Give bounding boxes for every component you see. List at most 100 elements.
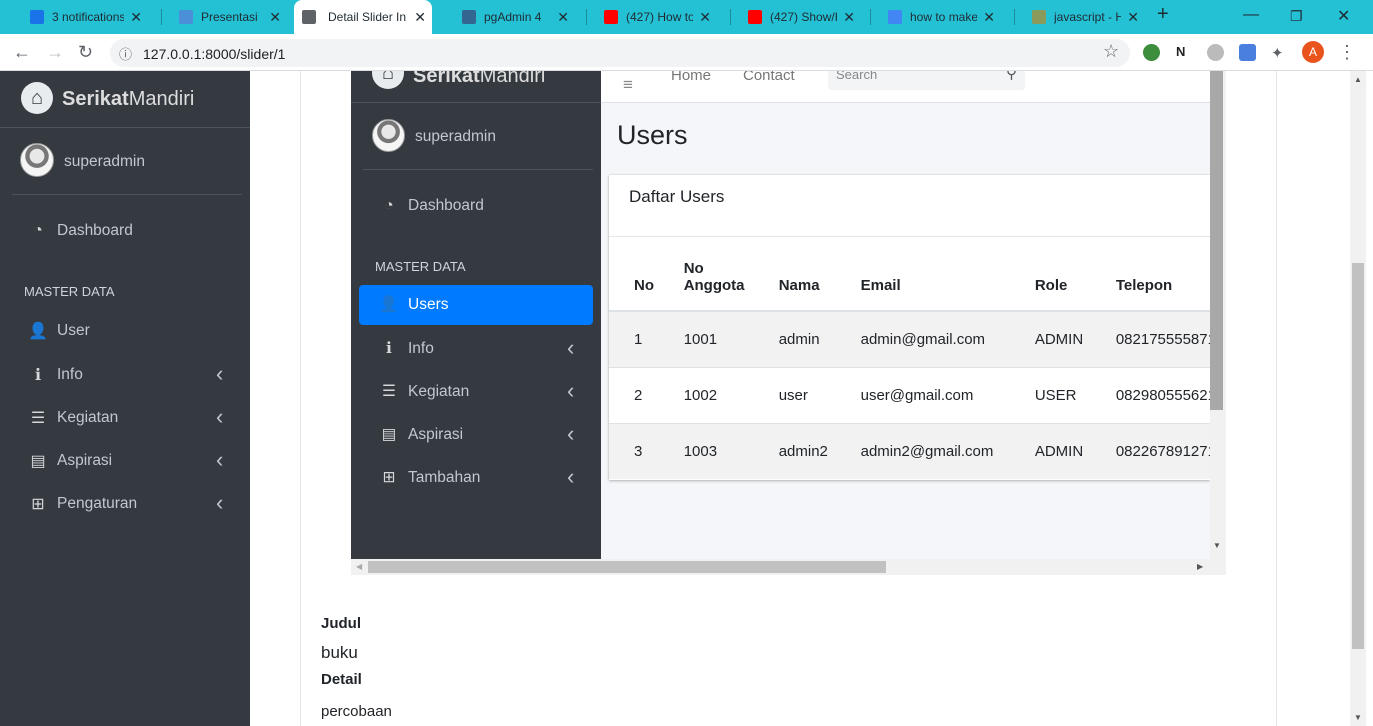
favicon-icon xyxy=(748,10,762,24)
table-cell: 1 xyxy=(609,310,659,367)
new-tab-icon[interactable]: + xyxy=(1157,3,1169,26)
tab-close-icon[interactable]: ✕ xyxy=(699,9,711,26)
puzzle-icon[interactable]: ✦ xyxy=(1271,44,1288,62)
table-cell: ADMIN xyxy=(1009,422,1091,479)
user-icon: 👤 xyxy=(28,323,48,340)
chevron-left-icon: ‹ xyxy=(216,404,224,429)
favicon-icon xyxy=(604,10,618,24)
table-row: 2 1002 user user@gmail.com USER 082980555621 xyxy=(609,366,1226,423)
column-header: No xyxy=(609,237,659,312)
restore-icon[interactable]: ❐ xyxy=(1290,8,1303,25)
info-icon: ℹ xyxy=(386,340,392,357)
favicon-icon xyxy=(888,10,902,24)
tab-close-icon[interactable]: ✕ xyxy=(1127,9,1139,26)
tab-close-icon[interactable]: ✕ xyxy=(130,9,142,26)
minimize-icon[interactable]: — xyxy=(1243,6,1259,24)
tab-close-icon[interactable]: ✕ xyxy=(269,9,281,26)
bookmark-star-icon[interactable]: ☆ xyxy=(1103,41,1119,62)
globe-extension-icon[interactable] xyxy=(1143,44,1160,61)
plus-square-icon: ⊞ xyxy=(31,496,45,513)
frame-section-header: MASTER DATA xyxy=(375,259,466,274)
sidebar-item-info[interactable]: ℹ Info xyxy=(27,365,83,385)
page-scrollbar-thumb[interactable] xyxy=(1352,263,1364,649)
column-header: Telepon xyxy=(1090,237,1226,312)
favicon-icon xyxy=(1032,10,1046,24)
favicon-icon xyxy=(30,10,44,24)
menu-icon[interactable]: ⋮ xyxy=(1338,42,1356,63)
table-cell: ADMIN xyxy=(1009,310,1091,367)
tasks-icon: ☰ xyxy=(30,410,46,427)
brand-logo[interactable]: ⌂ xyxy=(21,82,53,114)
chevron-left-icon: ‹ xyxy=(216,361,224,386)
frame-horizontal-scrollbar: ◀ ▶ xyxy=(351,559,1226,575)
frame-sidebar-item-users: 👤 Users xyxy=(379,295,449,314)
web-extension-icon[interactable] xyxy=(1207,44,1224,61)
frame-sidebar-item-tambahan: ⊞ Tambahan xyxy=(378,468,481,487)
tab-close-icon[interactable]: ✕ xyxy=(557,9,569,26)
frame-brand-logo: ⌂ xyxy=(372,71,404,89)
tasks-icon: ☰ xyxy=(382,383,396,400)
extension-n-icon[interactable]: N xyxy=(1176,44,1193,61)
tab-1[interactable]: 3 notifications ✕ xyxy=(18,0,148,34)
users-table: No No Anggota Nama Email Role Telepon 1 1001 ad… xyxy=(609,237,1226,479)
frame-vertical-scrollbar: ▼ xyxy=(1210,71,1226,559)
tab-close-icon[interactable]: ✕ xyxy=(414,9,426,26)
frame-sidebar-item-info: ℹ Info xyxy=(378,339,434,358)
tab-7[interactable]: how to make m✕ xyxy=(876,0,1001,34)
frame-hamburger-icon: ≡ xyxy=(623,75,633,94)
omnibox[interactable]: ⓘ 127.0.0.1:8000/slider/1 xyxy=(110,39,1130,67)
chevron-left-icon: ‹ xyxy=(567,421,575,446)
table-cell: 082267891271 xyxy=(1090,422,1226,479)
sidebar-item-aspirasi[interactable]: ▤ Aspirasi xyxy=(27,451,112,471)
sidebar-item-kegiatan[interactable]: ☰ Kegiatan xyxy=(27,408,118,428)
frame-sidebar-item-kegiatan: ☰ Kegiatan xyxy=(378,382,469,401)
forward-icon[interactable]: → xyxy=(46,42,64,63)
tab-6[interactable]: (427) Show/Hi✕ xyxy=(736,0,861,34)
column-header: No Anggota xyxy=(658,237,754,312)
user-icon: 👤 xyxy=(379,296,399,313)
column-header: Nama xyxy=(753,237,836,312)
reload-icon[interactable]: ↻ xyxy=(78,42,93,63)
tab-5[interactable]: (427) How to s✕ xyxy=(592,0,717,34)
frame-nav-home: Home xyxy=(671,71,712,84)
tab-8[interactable]: javascript - Ho✕ xyxy=(1020,0,1145,34)
tab-4[interactable]: pgAdmin 4 ✕ xyxy=(450,0,575,34)
profile-avatar[interactable]: A xyxy=(1302,41,1324,63)
address-toolbar: ← → ↻ ⓘ 127.0.0.1:8000/slider/1 ☆ N ✦ A … xyxy=(0,34,1373,71)
sidebar-item-pengaturan[interactable]: ⊞ Pengaturan xyxy=(27,494,137,514)
frame-avatar xyxy=(372,119,405,152)
table-cell: 082980555621 xyxy=(1090,366,1226,423)
tab-close-icon[interactable]: ✕ xyxy=(983,9,995,26)
slider-image-frame: ⌂ SerikatMandiri superadmin ◔ Dashboard M… xyxy=(351,71,1226,575)
book-icon: ▤ xyxy=(30,453,46,470)
user-name[interactable]: superadmin xyxy=(64,153,145,171)
translate-icon[interactable] xyxy=(1239,44,1256,61)
frame-nav-contact: Contact xyxy=(743,71,795,84)
info-icon: ℹ xyxy=(34,367,42,384)
url-text[interactable]: 127.0.0.1:8000/slider/1 xyxy=(143,46,285,62)
table-cell: admin2@gmail.com xyxy=(835,422,1010,479)
frame-topnav: ≡ Home Contact Search ⚲ xyxy=(601,71,1210,103)
favicon-icon xyxy=(462,10,476,24)
users-card-title: Daftar Users xyxy=(629,187,725,206)
close-window-icon[interactable]: ✕ xyxy=(1337,6,1350,26)
judul-value: buku xyxy=(321,643,358,662)
table-cell: 1003 xyxy=(658,422,754,479)
tab-3[interactable]: Detail Slider In ✕ xyxy=(294,0,432,34)
tab-close-icon[interactable]: ✕ xyxy=(843,9,855,26)
table-cell: admin@gmail.com xyxy=(835,310,1010,367)
sidebar-item-user[interactable]: 👤 User xyxy=(27,321,90,341)
chevron-left-icon: ‹ xyxy=(567,335,575,360)
tab-2[interactable]: Presentasi ✕ xyxy=(167,0,287,34)
column-header: Role xyxy=(1009,237,1091,312)
back-icon[interactable]: ← xyxy=(13,42,31,63)
chevron-left-icon: ‹ xyxy=(216,490,224,515)
brand-text[interactable]: SerikatMandiri xyxy=(62,88,194,111)
avatar xyxy=(20,143,54,177)
table-row: 3 1003 admin2 admin2@gmail.com ADMIN 08226789… xyxy=(609,422,1226,479)
info-icon[interactable]: ⓘ xyxy=(119,44,132,63)
frame-brand-text: SerikatMandiri xyxy=(413,71,546,87)
sidebar-item-dashboard[interactable]: ◔ Dashboard xyxy=(27,222,133,240)
page-scrollbar[interactable]: ▲ ▼ xyxy=(1350,71,1366,726)
chevron-left-icon: ‹ xyxy=(216,447,224,472)
